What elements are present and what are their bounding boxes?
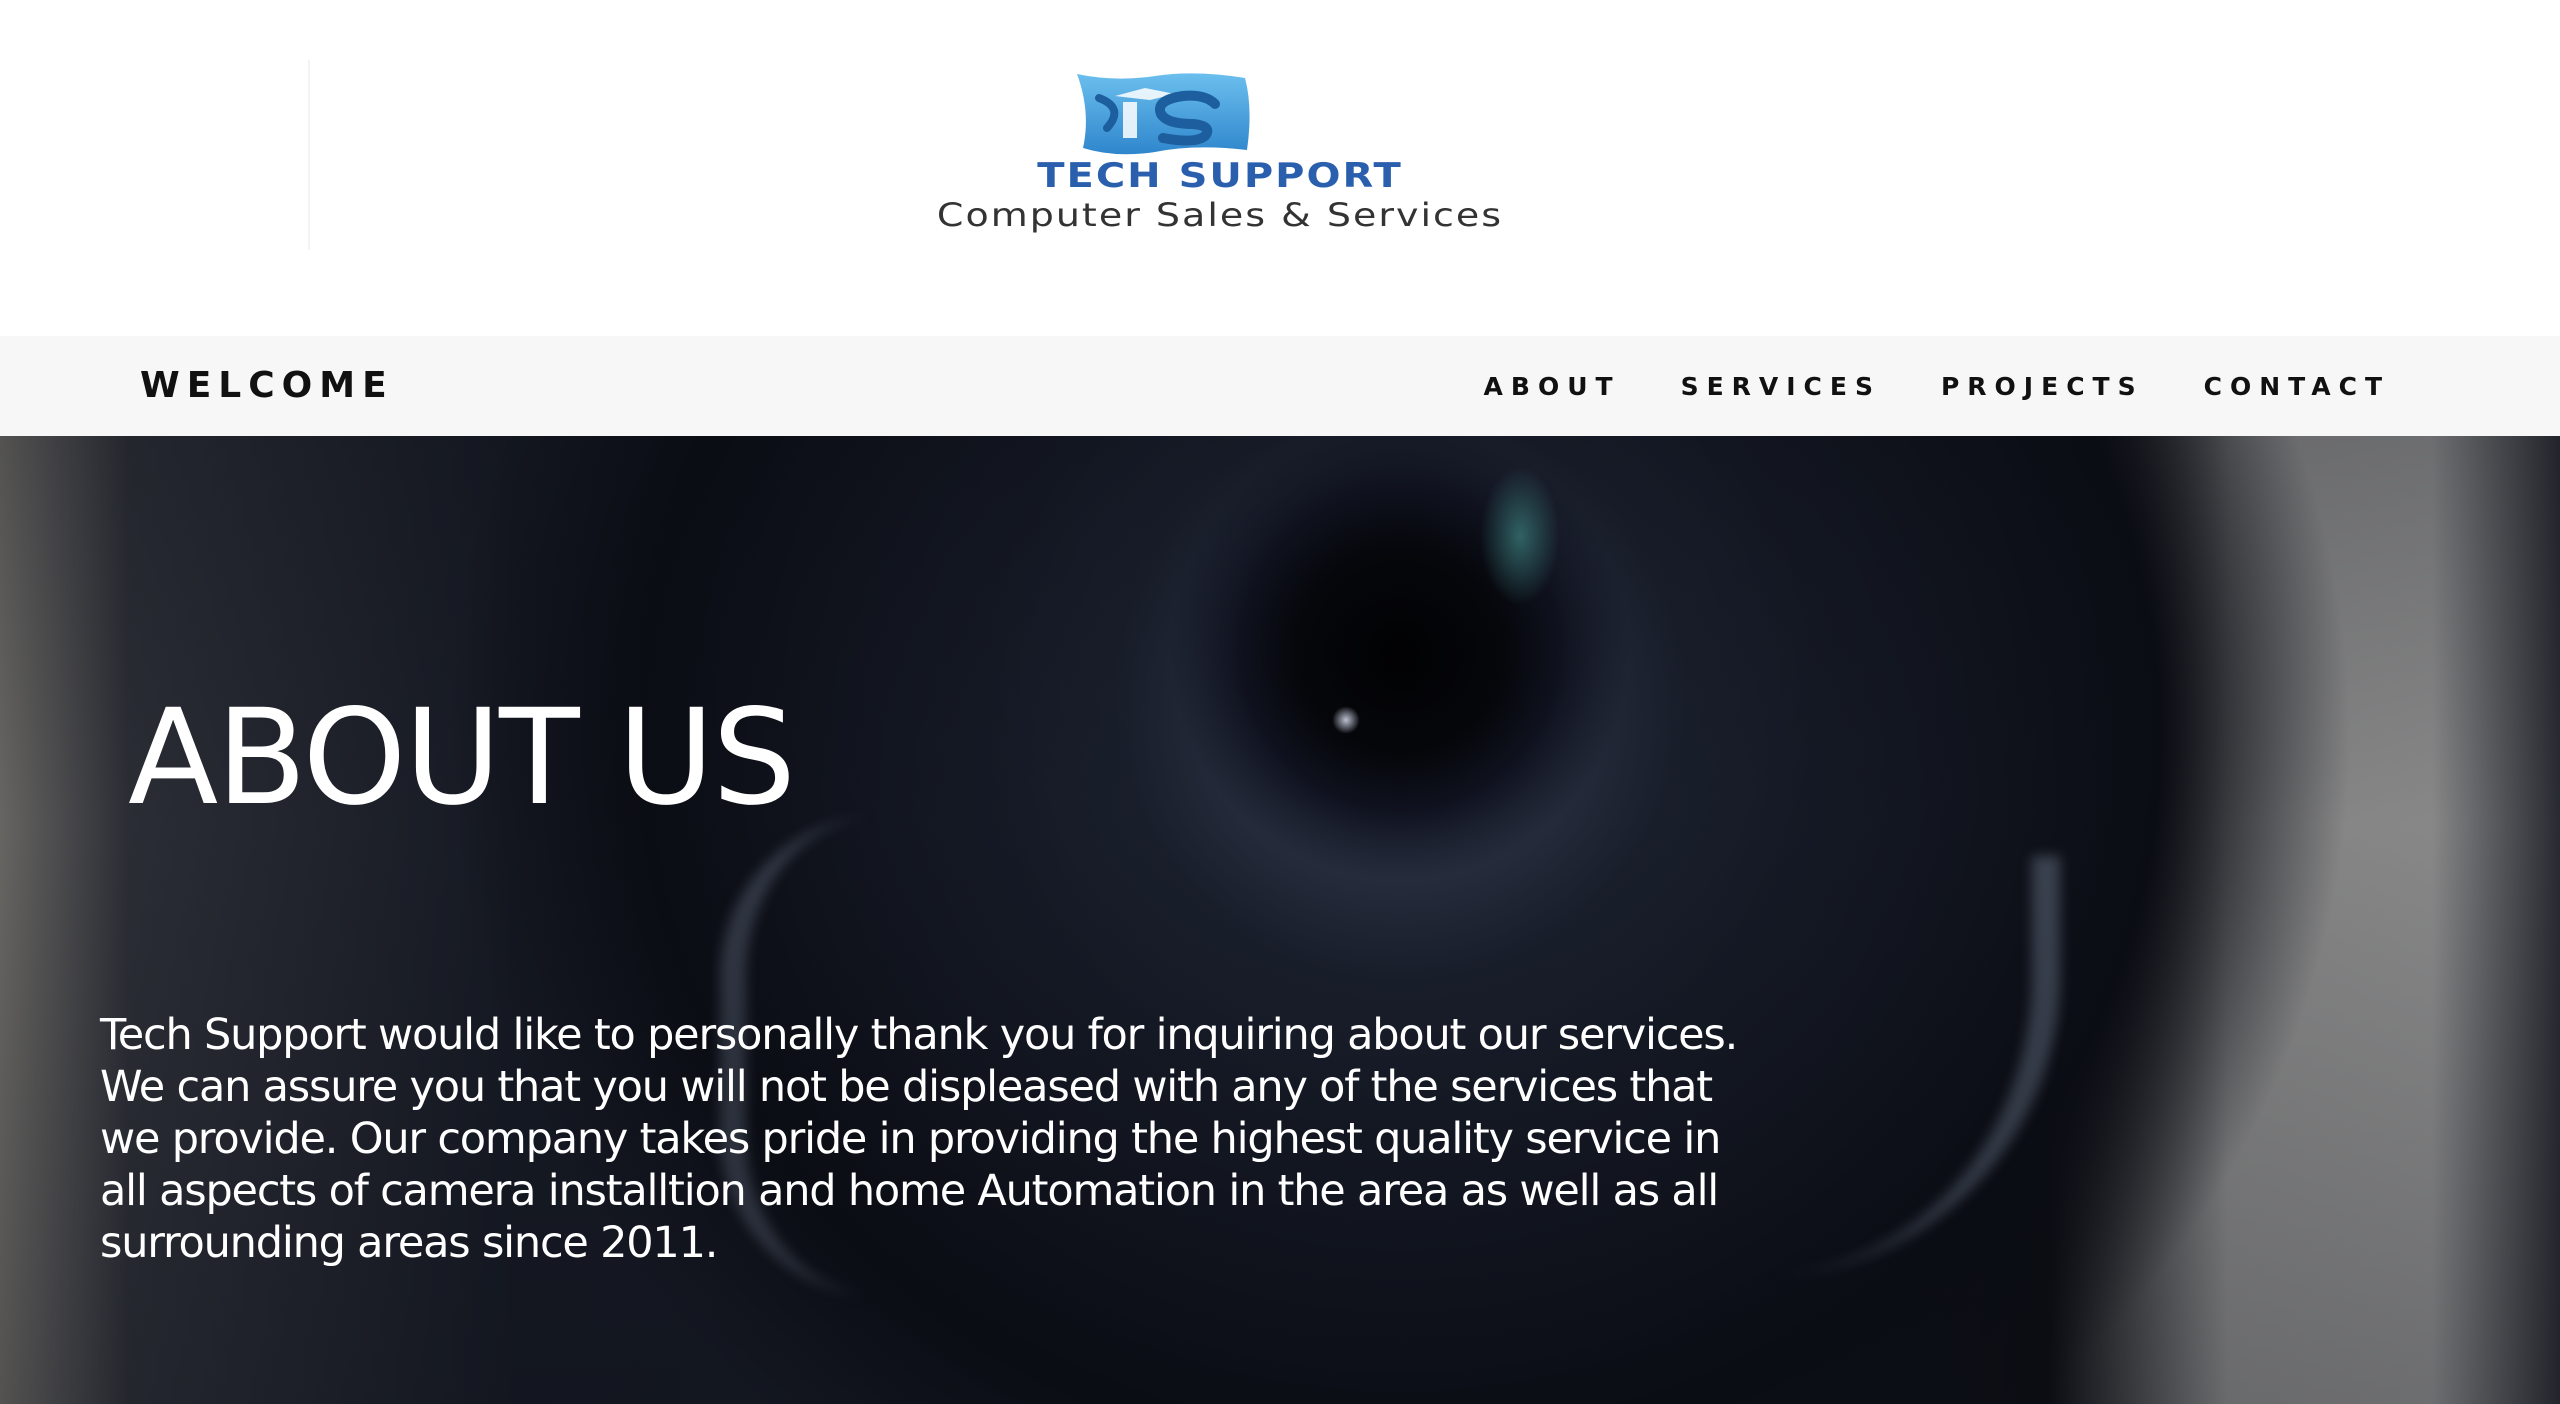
- site-logo[interactable]: TECH SUPPORT Computer Sales & Services: [770, 60, 1670, 250]
- logo-subtitle: Computer Sales & Services: [936, 196, 1504, 234]
- header-divider: [308, 60, 310, 250]
- nav-link-projects[interactable]: PROJECTS: [1941, 372, 2144, 401]
- about-paragraph: Tech Support would like to personally th…: [100, 1010, 1738, 1268]
- nav-links: ABOUT SERVICES PROJECTS CONTACT: [1484, 336, 2390, 436]
- ts-monogram-logo-icon: [1077, 73, 1250, 155]
- nav-link-contact[interactable]: CONTACT: [2204, 372, 2390, 401]
- logo-title: TECH SUPPORT: [1037, 156, 1403, 196]
- about-hero: ABOUT US Tech Support would like to pers…: [0, 436, 2560, 1404]
- nav-link-about[interactable]: ABOUT: [1484, 372, 1621, 401]
- main-nav: WELCOME ABOUT SERVICES PROJECTS CONTACT: [0, 336, 2560, 436]
- nav-link-services[interactable]: SERVICES: [1681, 372, 1881, 401]
- page-title: ABOUT US: [128, 681, 796, 836]
- site-header: TECH SUPPORT Computer Sales & Services: [0, 0, 2560, 336]
- nav-brand-welcome[interactable]: WELCOME: [140, 336, 394, 436]
